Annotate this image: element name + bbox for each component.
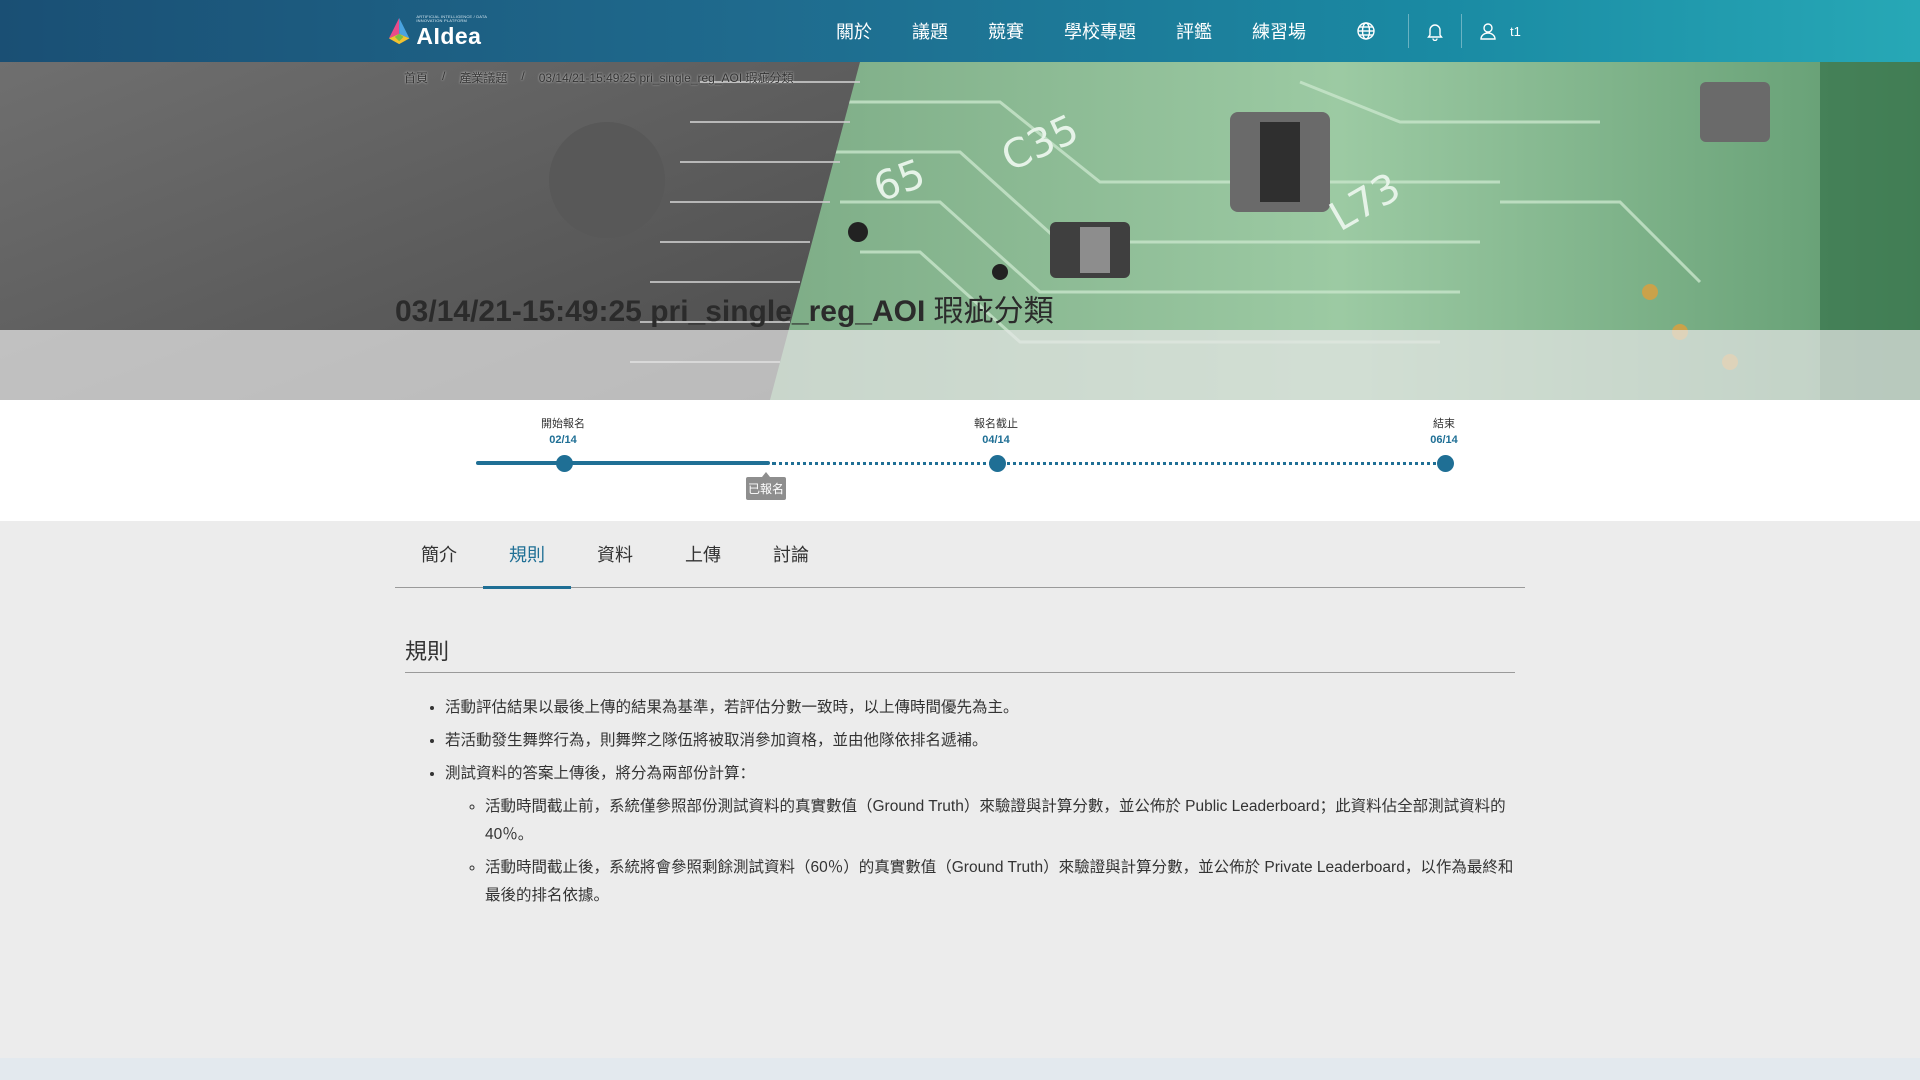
page-title-main: 03/14/21-15:49:25 pri_single_reg_AOI [395, 295, 926, 328]
breadcrumb-industry-topics[interactable]: 產業議題 [459, 69, 507, 86]
rules-sublist: 活動時間截止前，系統僅參照部份測試資料的真實數值（Ground Truth）來驗… [445, 793, 1517, 910]
breadcrumb-separator: / [521, 69, 525, 83]
divider [1461, 14, 1462, 48]
divider [1408, 14, 1409, 48]
rule-item: 活動評估結果以最後上傳的結果為基準，若評估分數一致時，以上傳時間優先為主。 [445, 694, 1517, 722]
tab-discussion[interactable]: 討論 [747, 520, 835, 588]
milestone-date: 06/14 [1430, 434, 1458, 446]
rule-subitem: 活動時間截止前，系統僅參照部份測試資料的真實數值（Ground Truth）來驗… [485, 793, 1517, 849]
section-title: 規則 [405, 639, 450, 664]
aidea-logo[interactable]: ARTIFICIAL INTELLIGENCE / DATA INNOVATIO… [386, 10, 506, 52]
rule-item: 測試資料的答案上傳後，將分為兩部份計算： 活動時間截止前，系統僅參照部份測試資料… [445, 760, 1517, 910]
rule-item-text: 測試資料的答案上傳後，將分為兩部份計算： [445, 765, 756, 782]
milestone-label: 報名截止 [974, 418, 1018, 430]
user-name[interactable]: t1 [1510, 24, 1521, 39]
breadcrumb-current: 03/14/21-15:49:25 pri_single_reg_AOI 瑕疵分… [538, 71, 794, 85]
header-actions: t1 [1354, 0, 1521, 62]
nav-about[interactable]: 關於 [836, 18, 872, 44]
globe-icon[interactable] [1354, 19, 1378, 43]
footer-strip [0, 1058, 1920, 1080]
breadcrumb: 首頁 / 產業議題 / 03/14/21-15:49:25 pri_single… [404, 69, 794, 86]
milestone-label: 結束 [1433, 418, 1455, 430]
rules-list: 活動評估結果以最後上傳的結果為基準，若評估分數一致時，以上傳時間優先為主。 若活… [405, 694, 1517, 910]
hero-banner: 65 C35 L73 首頁 / 產業議題 / 03/14/21-15:49:25… [0, 62, 1920, 400]
milestone-date: 04/14 [982, 434, 1010, 446]
tab-upload[interactable]: 上傳 [659, 520, 747, 588]
title-band [0, 330, 1920, 400]
milestone-dot-end [1437, 455, 1454, 472]
tab-overview[interactable]: 簡介 [395, 520, 483, 588]
nav-topics[interactable]: 議題 [912, 18, 948, 44]
page-title: 03/14/21-15:49:25 pri_single_reg_AOI 瑕疵分… [395, 286, 1054, 330]
tab-data[interactable]: 資料 [571, 520, 659, 588]
milestone-dot-start [556, 455, 573, 472]
timeline-remaining [772, 462, 1444, 465]
rules-content: 活動評估結果以最後上傳的結果為基準，若評估分數一致時，以上傳時間優先為主。 若活… [405, 694, 1517, 915]
breadcrumb-home[interactable]: 首頁 [404, 69, 428, 86]
milestone-start: 開始報名 02/14 [513, 416, 613, 448]
milestone-label: 開始報名 [541, 418, 585, 430]
tab-rules[interactable]: 規則 [483, 520, 571, 589]
main-nav: 關於 議題 競賽 學校專題 評鑑 練習場 [836, 0, 1346, 62]
milestone-end: 結束 06/14 [1394, 416, 1494, 448]
nav-practice[interactable]: 練習場 [1252, 18, 1306, 44]
nav-competitions[interactable]: 競賽 [988, 18, 1024, 44]
page-title-rest: 瑕疵分類 [925, 295, 1054, 328]
user-icon[interactable] [1476, 19, 1500, 43]
registration-timeline: 開始報名 02/14 報名截止 04/14 結束 06/14 已報名 [0, 400, 1920, 521]
logo-text: AIdea [416, 22, 482, 49]
status-badge: 已報名 [746, 472, 786, 500]
bell-icon[interactable] [1423, 19, 1447, 43]
top-navigation-bar: ARTIFICIAL INTELLIGENCE / DATA INNOVATIO… [0, 0, 1920, 62]
milestone-dot-deadline [989, 455, 1006, 472]
rule-item: 若活動發生舞弊行為，則舞弊之隊伍將被取消參加資格，並由他隊依排名遞補。 [445, 727, 1517, 755]
milestone-date: 02/14 [549, 434, 577, 446]
section-divider [405, 672, 1515, 673]
breadcrumb-separator: / [442, 69, 446, 83]
logo-mark-icon [388, 17, 410, 45]
milestone-deadline: 報名截止 04/14 [946, 416, 1046, 448]
timeline-progress [476, 461, 770, 465]
nav-evaluation[interactable]: 評鑑 [1176, 18, 1212, 44]
competition-tabs: 簡介 規則 資料 上傳 討論 [395, 520, 1525, 589]
nav-school-projects[interactable]: 學校專題 [1064, 18, 1136, 44]
rule-subitem: 活動時間截止後，系統將會參照剩餘測試資料（60％）的真實數值（Ground Tr… [485, 854, 1517, 910]
